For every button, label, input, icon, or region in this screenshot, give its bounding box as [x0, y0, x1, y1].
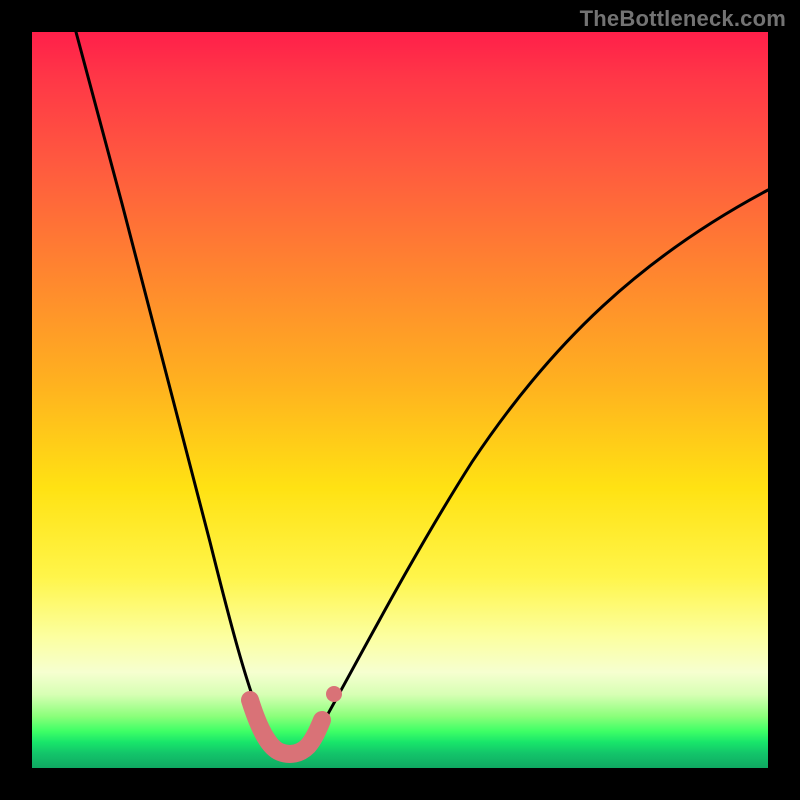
highlight-segment — [250, 700, 322, 754]
chart-svg — [32, 32, 768, 768]
highlight-dot — [326, 686, 342, 702]
curve-left-branch — [76, 32, 285, 754]
plot-area — [32, 32, 768, 768]
curve-right-branch — [308, 190, 768, 749]
watermark-text: TheBottleneck.com — [580, 6, 786, 32]
chart-frame: TheBottleneck.com — [0, 0, 800, 800]
